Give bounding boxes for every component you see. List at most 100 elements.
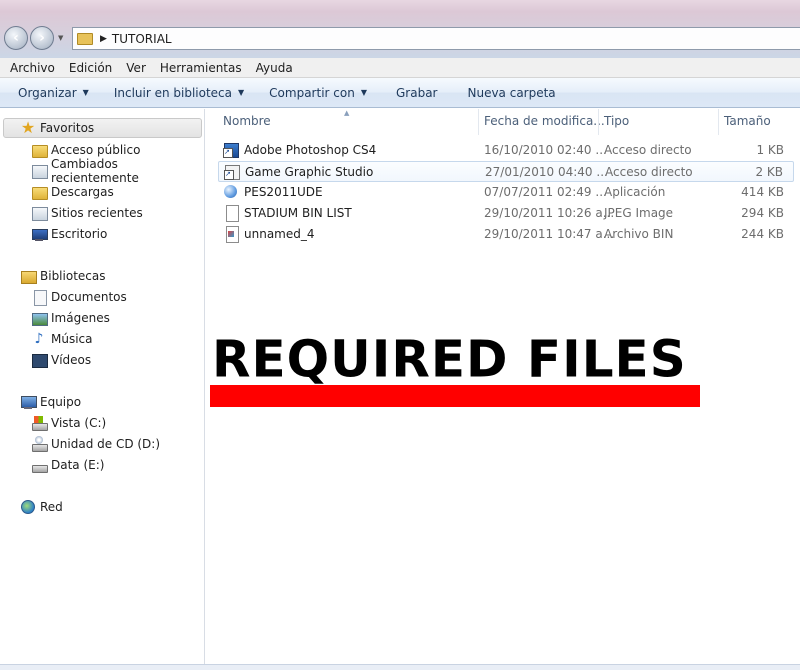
incluir-biblioteca-button[interactable]: Incluir en biblioteca ▼ [114,86,244,100]
jpeg-file-icon [223,205,239,222]
nav-red[interactable]: Red [20,497,63,517]
recent-places-icon [31,205,48,221]
nav-vista-c[interactable]: Vista (C:) [31,413,106,433]
organizar-button[interactable]: Organizar ▼ [18,86,89,100]
nav-label: Música [51,332,93,346]
nav-label: Vídeos [51,353,92,367]
menu-herramientas[interactable]: Herramientas [150,61,248,75]
nueva-carpeta-button[interactable]: Nueva carpeta [467,86,555,100]
file-type: Acceso directo [604,143,692,157]
file-size: 294 KB [741,206,784,220]
nav-descargas[interactable]: Descargas [31,182,114,202]
nav-unidad-cd[interactable]: Unidad de CD (D:) [31,434,160,454]
file-name: Game Graphic Studio [245,165,374,179]
file-size: 244 KB [741,227,784,241]
navigation-pane: ★ Favoritos Acceso público Cambiados rec… [0,109,205,670]
shortcut-icon [224,164,240,180]
sort-ascending-icon: ▲ [344,109,350,117]
command-toolbar: Organizar ▼ Incluir en biblioteca ▼ Compar… [0,78,800,108]
compartir-button[interactable]: Compartir con ▼ [269,86,367,100]
nav-equipo[interactable]: Equipo [20,392,81,412]
downloads-folder-icon [31,184,48,200]
nav-favoritos[interactable]: ★ Favoritos [3,118,202,138]
recent-changes-icon [31,163,48,179]
file-name: Adobe Photoshop CS4 [244,143,377,157]
nav-label: Favoritos [40,121,95,135]
file-size: 414 KB [741,185,784,199]
recent-pages-dropdown-icon[interactable]: ▼ [58,34,66,42]
nav-sitios-recientes[interactable]: Sitios recientes [31,203,143,223]
grabar-button[interactable]: Grabar [396,86,438,100]
nav-escritorio[interactable]: Escritorio [31,224,107,244]
shortcut-icon [223,142,239,158]
file-list-pane: ▲ Nombre Fecha de modifica... Tipo Tamañ… [206,109,800,670]
column-nombre[interactable]: Nombre [223,114,271,128]
nav-label: Data (E:) [51,458,105,472]
column-divider[interactable] [598,109,599,135]
nav-label: Sitios recientes [51,206,143,220]
file-row[interactable]: Game Graphic Studio 27/01/2010 04:40 ...… [218,161,794,182]
menu-ver[interactable]: Ver [116,61,152,75]
file-type: Acceso directo [605,165,693,179]
file-type: Aplicación [604,185,666,199]
nav-label: Escritorio [51,227,108,241]
column-divider[interactable] [478,109,479,135]
file-row[interactable]: STADIUM BIN LIST 29/10/2011 10:26 a... J… [218,203,794,224]
column-tamano[interactable]: Tamaño [724,114,771,128]
folder-icon [77,32,93,45]
folder-icon [31,142,48,158]
grabar-label: Grabar [395,85,438,100]
hard-drive-icon [31,457,48,473]
nav-cambiados-recientemente[interactable]: Cambiados recientemente [31,157,204,185]
forward-button[interactable]: › [30,26,54,50]
computer-icon [20,394,37,410]
menu-edicion[interactable]: Edición [59,61,118,75]
windows-drive-icon [31,415,48,431]
file-type: Archivo BIN [604,227,674,241]
nav-label: Bibliotecas [40,269,106,283]
breadcrumb-tutorial[interactable]: TUTORIAL [112,32,172,46]
nav-label: Imágenes [51,311,110,325]
nav-label: Equipo [40,395,82,409]
nav-videos[interactable]: Vídeos [31,350,91,370]
file-name: unnamed_4 [244,227,315,241]
file-name: STADIUM BIN LIST [244,206,352,220]
dropdown-caret-icon: ▼ [82,88,89,97]
file-row[interactable]: unnamed_4 29/10/2011 10:47 a... Archivo … [218,224,794,245]
nav-label: Unidad de CD (D:) [51,437,161,451]
file-type: JPEG Image [604,206,674,220]
menu-ayuda[interactable]: Ayuda [246,61,299,75]
column-divider[interactable] [718,109,719,135]
pictures-icon [31,310,48,326]
file-name: PES2011UDE [244,185,323,199]
nav-musica[interactable]: ♪ Música [31,329,93,349]
back-arrow-icon: ‹ [13,30,19,46]
required-files-caption: REQUIRED FILES [212,329,687,389]
column-tipo[interactable]: Tipo [604,114,629,128]
nav-label: Descargas [51,185,114,199]
nueva-carpeta-label: Nueva carpeta [467,85,556,100]
file-row[interactable]: PES2011UDE 07/07/2011 02:49 ... Aplicaci… [218,182,794,203]
nav-documentos[interactable]: Documentos [31,287,127,307]
column-fecha[interactable]: Fecha de modifica... [484,114,605,128]
nav-label: Acceso público [51,143,141,157]
file-row[interactable]: Adobe Photoshop CS4 16/10/2010 02:40 ...… [218,140,794,161]
menu-archivo[interactable]: Archivo [0,61,61,75]
file-date: 29/10/2011 10:47 a... [484,227,615,241]
nav-data-e[interactable]: Data (E:) [31,455,104,475]
nav-bibliotecas[interactable]: Bibliotecas [20,266,105,286]
file-date: 07/07/2011 02:49 ... [484,185,607,199]
dropdown-caret-icon: ▼ [238,88,245,97]
desktop-icon [31,226,48,242]
music-note-icon: ♪ [34,331,44,347]
breadcrumb-arrow-icon[interactable]: ▶ [100,34,107,44]
nav-label: Cambiados recientemente [51,157,139,185]
incluir-label: Incluir en biblioteca [113,85,233,100]
video-icon [31,352,48,368]
column-headers: ▲ Nombre Fecha de modifica... Tipo Tamañ… [206,109,800,135]
back-button[interactable]: ‹ [4,26,28,50]
address-bar[interactable]: ▶ TUTORIAL [72,27,800,50]
nav-label: Red [40,500,63,514]
nav-imagenes[interactable]: Imágenes [31,308,110,328]
red-underline-bar [210,385,700,407]
